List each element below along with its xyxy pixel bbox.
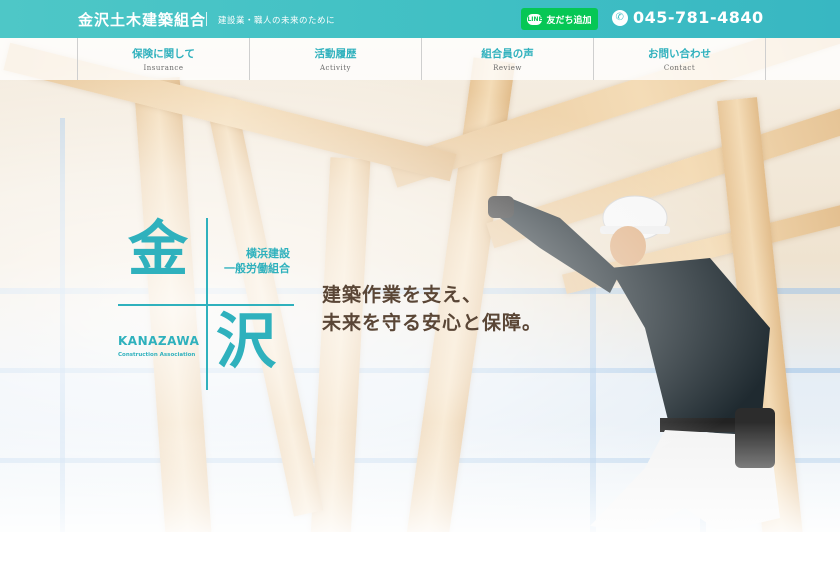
catch-line-1: 建築作業を支え、 (322, 284, 483, 306)
logo-subtitle: 横浜建設 一般労働組合 (212, 246, 290, 276)
hero-bottom-fade (0, 422, 840, 532)
nav-item-review[interactable]: 組合員の声 Review (421, 38, 593, 80)
nav-label-en: Contact (663, 64, 696, 72)
line-add-friend-button[interactable]: LINE 友だち追加 (521, 8, 598, 30)
line-button-label: 友だち追加 (546, 15, 592, 26)
site-brand[interactable]: 金沢土木建築組合 (78, 9, 206, 30)
phone-icon: ✆ (612, 9, 628, 26)
nav-label-en: Insurance (143, 64, 184, 72)
nav-label-en: Review (493, 64, 522, 72)
logo-kanji-top: 金 (128, 215, 188, 285)
nav-label-jp: 活動履歴 (314, 48, 357, 60)
logo-english-sub: Construction Association (118, 352, 196, 358)
nav-item-insurance[interactable]: 保険に関して Insurance (77, 38, 249, 80)
global-nav: 保険に関して Insurance 活動履歴 Activity 組合員の声 Rev… (0, 38, 840, 80)
line-icon: LINE (527, 13, 543, 25)
logo-subtitle-line2: 一般労働組合 (224, 262, 290, 275)
nav-label-jp: 組合員の声 (481, 48, 534, 60)
hero-catch-copy: 建築作業を支え、 未来を守る安心と保障。 (322, 281, 542, 337)
nav-label-en: Activity (320, 64, 351, 72)
top-header: 金沢土木建築組合 建設業・職人の未来のために LINE 友だち追加 ✆ 045-… (0, 0, 840, 38)
logo-english: KANAZAWA (118, 334, 200, 348)
logo-subtitle-line1: 横浜建設 (246, 247, 290, 260)
header-separator (206, 12, 207, 26)
nav-item-contact[interactable]: お問い合わせ Contact (593, 38, 766, 80)
catch-line-2: 未来を守る安心と保障。 (322, 312, 543, 334)
logo-kanji-bottom: 沢 (216, 307, 276, 377)
kanazawa-logo: 金 横浜建設 一般労働組合 KANAZAWA Construction Asso… (118, 218, 308, 394)
site-tagline: 建設業・職人の未来のために (218, 16, 336, 26)
nav-item-activity[interactable]: 活動履歴 Activity (249, 38, 421, 80)
logo-horizontal-rule (118, 304, 294, 306)
phone-number: 045-781-4840 (633, 8, 764, 27)
phone-link[interactable]: ✆ 045-781-4840 (612, 8, 764, 27)
nav-label-jp: 保険に関して (132, 48, 195, 60)
nav-label-jp: お問い合わせ (648, 48, 711, 60)
